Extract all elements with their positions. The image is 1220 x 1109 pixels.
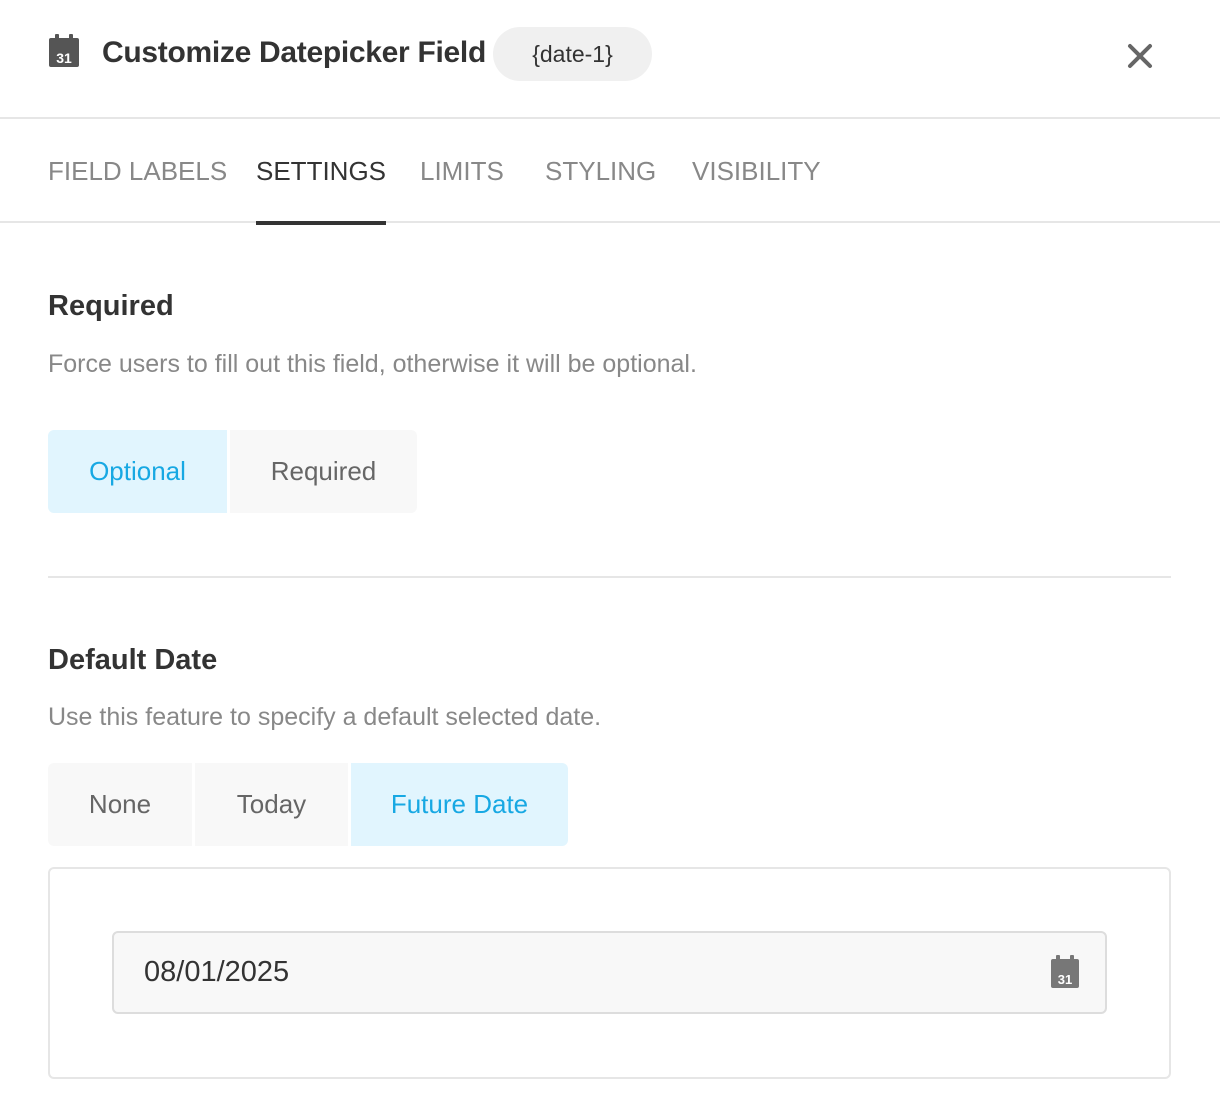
default-date-description: Use this feature to specify a default se… — [48, 703, 602, 731]
required-description: Force users to fill out this field, othe… — [48, 350, 697, 378]
tab-settings[interactable]: SETTINGS — [256, 121, 387, 225]
default-date-input[interactable]: 08/01/2025 31 — [112, 931, 1107, 1014]
field-tag-badge: {date-1} — [493, 27, 652, 81]
tab-bar: FIELD LABELS SETTINGS LIMITS STYLING VIS… — [0, 121, 1220, 225]
today-option-button[interactable]: Today — [195, 763, 348, 846]
section-divider — [48, 576, 1171, 578]
tab-styling[interactable]: STYLING — [545, 121, 656, 223]
calendar-icon: 31 — [49, 34, 79, 67]
required-option-button[interactable]: Required — [230, 430, 417, 513]
modal-header: 31 Customize Datepicker Field {date-1} — [0, 0, 1220, 119]
required-title: Required — [48, 290, 174, 322]
calendar-icon[interactable]: 31 — [1050, 955, 1080, 989]
default-date-title: Default Date — [48, 644, 218, 676]
input-calendar-day: 31 — [1058, 972, 1072, 987]
tab-limits[interactable]: LIMITS — [420, 121, 504, 223]
tab-field-labels[interactable]: FIELD LABELS — [48, 121, 227, 223]
tab-visibility[interactable]: VISIBILITY — [692, 121, 821, 223]
future-date-option-button[interactable]: Future Date — [351, 763, 568, 846]
date-input-value: 08/01/2025 — [144, 956, 290, 988]
close-icon[interactable] — [1120, 36, 1160, 76]
none-option-button[interactable]: None — [48, 763, 192, 846]
calendar-icon-day: 31 — [56, 50, 72, 66]
modal-title: Customize Datepicker Field — [102, 36, 486, 69]
optional-option-button[interactable]: Optional — [48, 430, 227, 513]
